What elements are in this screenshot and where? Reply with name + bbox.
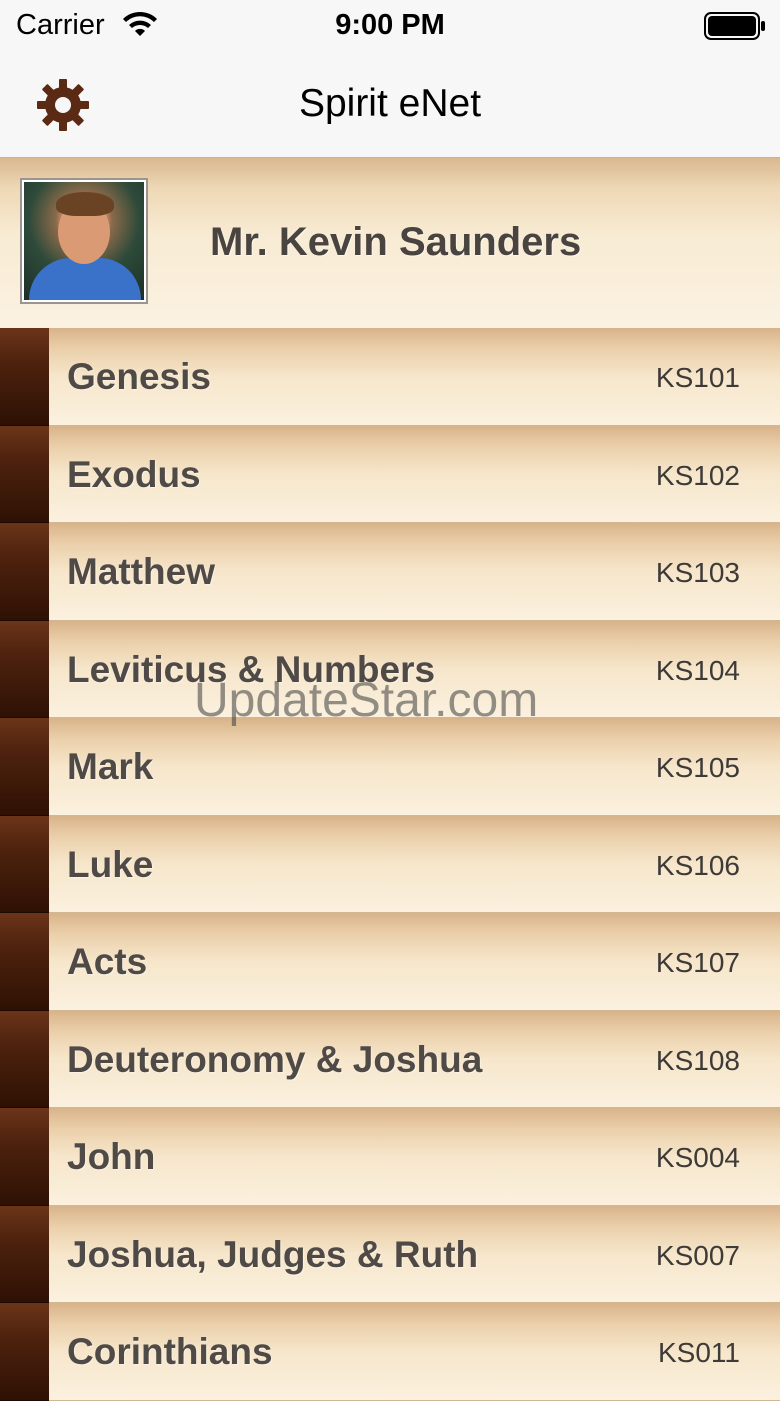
course-title: Joshua, Judges & Ruth bbox=[67, 1233, 479, 1275]
course-row-luke[interactable]: Luke KS106 bbox=[0, 815, 780, 913]
book-spine bbox=[0, 328, 49, 426]
book-spine bbox=[0, 1205, 49, 1303]
book-spine bbox=[0, 1303, 49, 1401]
course-code: KS105 bbox=[655, 752, 740, 783]
navigation-bar: Spirit eNet bbox=[0, 54, 780, 158]
course-row-matthew[interactable]: Matthew KS103 bbox=[0, 523, 780, 621]
course-code: KS007 bbox=[655, 1239, 740, 1271]
course-title: Genesis bbox=[67, 356, 211, 397]
course-code: KS108 bbox=[655, 1044, 740, 1076]
course-row-leviticus-numbers[interactable]: Leviticus & Numbers KS104 bbox=[0, 620, 780, 718]
course-title: Exodus bbox=[67, 453, 201, 495]
course-row-john[interactable]: John KS004 bbox=[0, 1108, 780, 1206]
course-code: KS107 bbox=[655, 947, 740, 978]
book-spine bbox=[0, 1108, 49, 1206]
course-row-genesis[interactable]: Genesis KS101 bbox=[0, 328, 780, 426]
course-title: Corinthians bbox=[67, 1331, 273, 1372]
course-row-corinthians[interactable]: Corinthians KS011 bbox=[0, 1303, 780, 1401]
avatar bbox=[20, 178, 148, 304]
book-spine bbox=[0, 425, 49, 523]
status-time: 9:00 PM bbox=[335, 9, 445, 41]
course-title: Mark bbox=[67, 746, 154, 787]
avatar-photo bbox=[24, 182, 144, 300]
course-row-exodus[interactable]: Exodus KS102 bbox=[0, 425, 780, 523]
course-row-joshua-judges-ruth[interactable]: Joshua, Judges & Ruth KS007 bbox=[0, 1205, 780, 1303]
status-bar: Carrier 9:00 PM bbox=[0, 0, 780, 54]
course-title: Acts bbox=[67, 941, 148, 982]
course-code: KS103 bbox=[655, 557, 740, 588]
book-spine bbox=[0, 718, 49, 816]
book-spine bbox=[0, 815, 49, 913]
course-code: KS104 bbox=[655, 654, 740, 686]
course-code: KS102 bbox=[655, 459, 740, 491]
course-row-mark[interactable]: Mark KS105 bbox=[0, 718, 780, 816]
battery-icon bbox=[704, 12, 765, 40]
book-spine bbox=[0, 1010, 49, 1108]
course-code: KS011 bbox=[658, 1337, 740, 1368]
book-spine bbox=[0, 523, 49, 621]
course-title: Leviticus & Numbers bbox=[67, 648, 436, 690]
course-row-deuteronomy-joshua[interactable]: Deuteronomy & Joshua KS108 bbox=[0, 1010, 780, 1108]
course-code: KS101 bbox=[655, 362, 740, 393]
course-code: KS106 bbox=[655, 849, 740, 881]
course-title: John bbox=[67, 1136, 156, 1177]
book-spine bbox=[0, 620, 49, 718]
profile-name: Mr. Kevin Saunders bbox=[210, 220, 582, 264]
page-title: Spirit eNet bbox=[298, 82, 482, 125]
course-list: Genesis KS101 Exodus KS102 Matthew KS103… bbox=[0, 328, 780, 1401]
profile-header: Mr. Kevin Saunders bbox=[0, 158, 780, 328]
course-code: KS004 bbox=[655, 1142, 740, 1173]
course-row-acts[interactable]: Acts KS107 bbox=[0, 913, 780, 1011]
course-title: Matthew bbox=[67, 551, 215, 592]
course-title: Deuteronomy & Joshua bbox=[67, 1038, 483, 1080]
book-spine bbox=[0, 913, 49, 1011]
course-title: Luke bbox=[67, 843, 154, 885]
